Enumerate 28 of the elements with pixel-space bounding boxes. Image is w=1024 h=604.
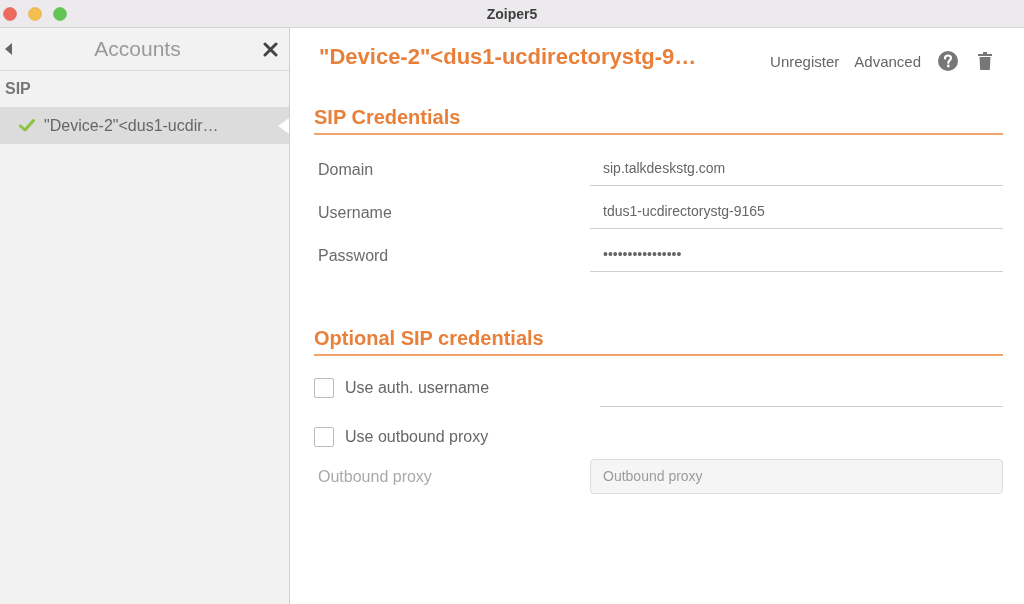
field-label: Username bbox=[318, 203, 392, 223]
checkbox-label: Use outbound proxy bbox=[345, 427, 489, 447]
close-icon[interactable] bbox=[263, 41, 278, 57]
text-field[interactable]: sip.talkdeskstg.com bbox=[590, 143, 1003, 186]
field-label: Domain bbox=[318, 160, 374, 180]
sidebar-title: Accounts bbox=[93, 37, 182, 61]
field-label: Outbound proxy bbox=[318, 467, 432, 487]
field-label: Password bbox=[318, 246, 389, 266]
action-link[interactable]: Unregister bbox=[770, 52, 840, 70]
action-link[interactable]: Advanced bbox=[854, 52, 921, 70]
checkbox[interactable] bbox=[314, 378, 334, 398]
group-label: SIP bbox=[4, 80, 31, 98]
zoom-window-icon[interactable] bbox=[53, 6, 67, 21]
text-field[interactable]: tdus1-ucdirectorystg-9165 bbox=[590, 186, 1003, 229]
account-title: "Device-2"<dus1-ucdirectorystg-9… bbox=[319, 44, 698, 70]
section-title: Optional SIP credentials bbox=[314, 326, 1003, 356]
account-list-item[interactable]: "Device-2"<dus1-ucdir… bbox=[0, 107, 289, 144]
section-title: SIP Credentials bbox=[314, 105, 1003, 135]
help-icon[interactable] bbox=[938, 51, 958, 71]
checkbox-label: Use auth. username bbox=[345, 378, 490, 398]
account-name: "Device-2"<dus1-ucdir… bbox=[44, 116, 219, 135]
text-field[interactable]: •••••••••••••••• bbox=[590, 229, 1003, 272]
left-caret-icon[interactable] bbox=[5, 43, 12, 55]
window-title: Zoiper5 bbox=[486, 5, 538, 22]
close-window-icon[interactable] bbox=[3, 6, 17, 21]
checkbox[interactable] bbox=[314, 427, 334, 447]
minimize-window-icon[interactable] bbox=[28, 6, 42, 21]
trash-icon[interactable] bbox=[978, 52, 992, 70]
